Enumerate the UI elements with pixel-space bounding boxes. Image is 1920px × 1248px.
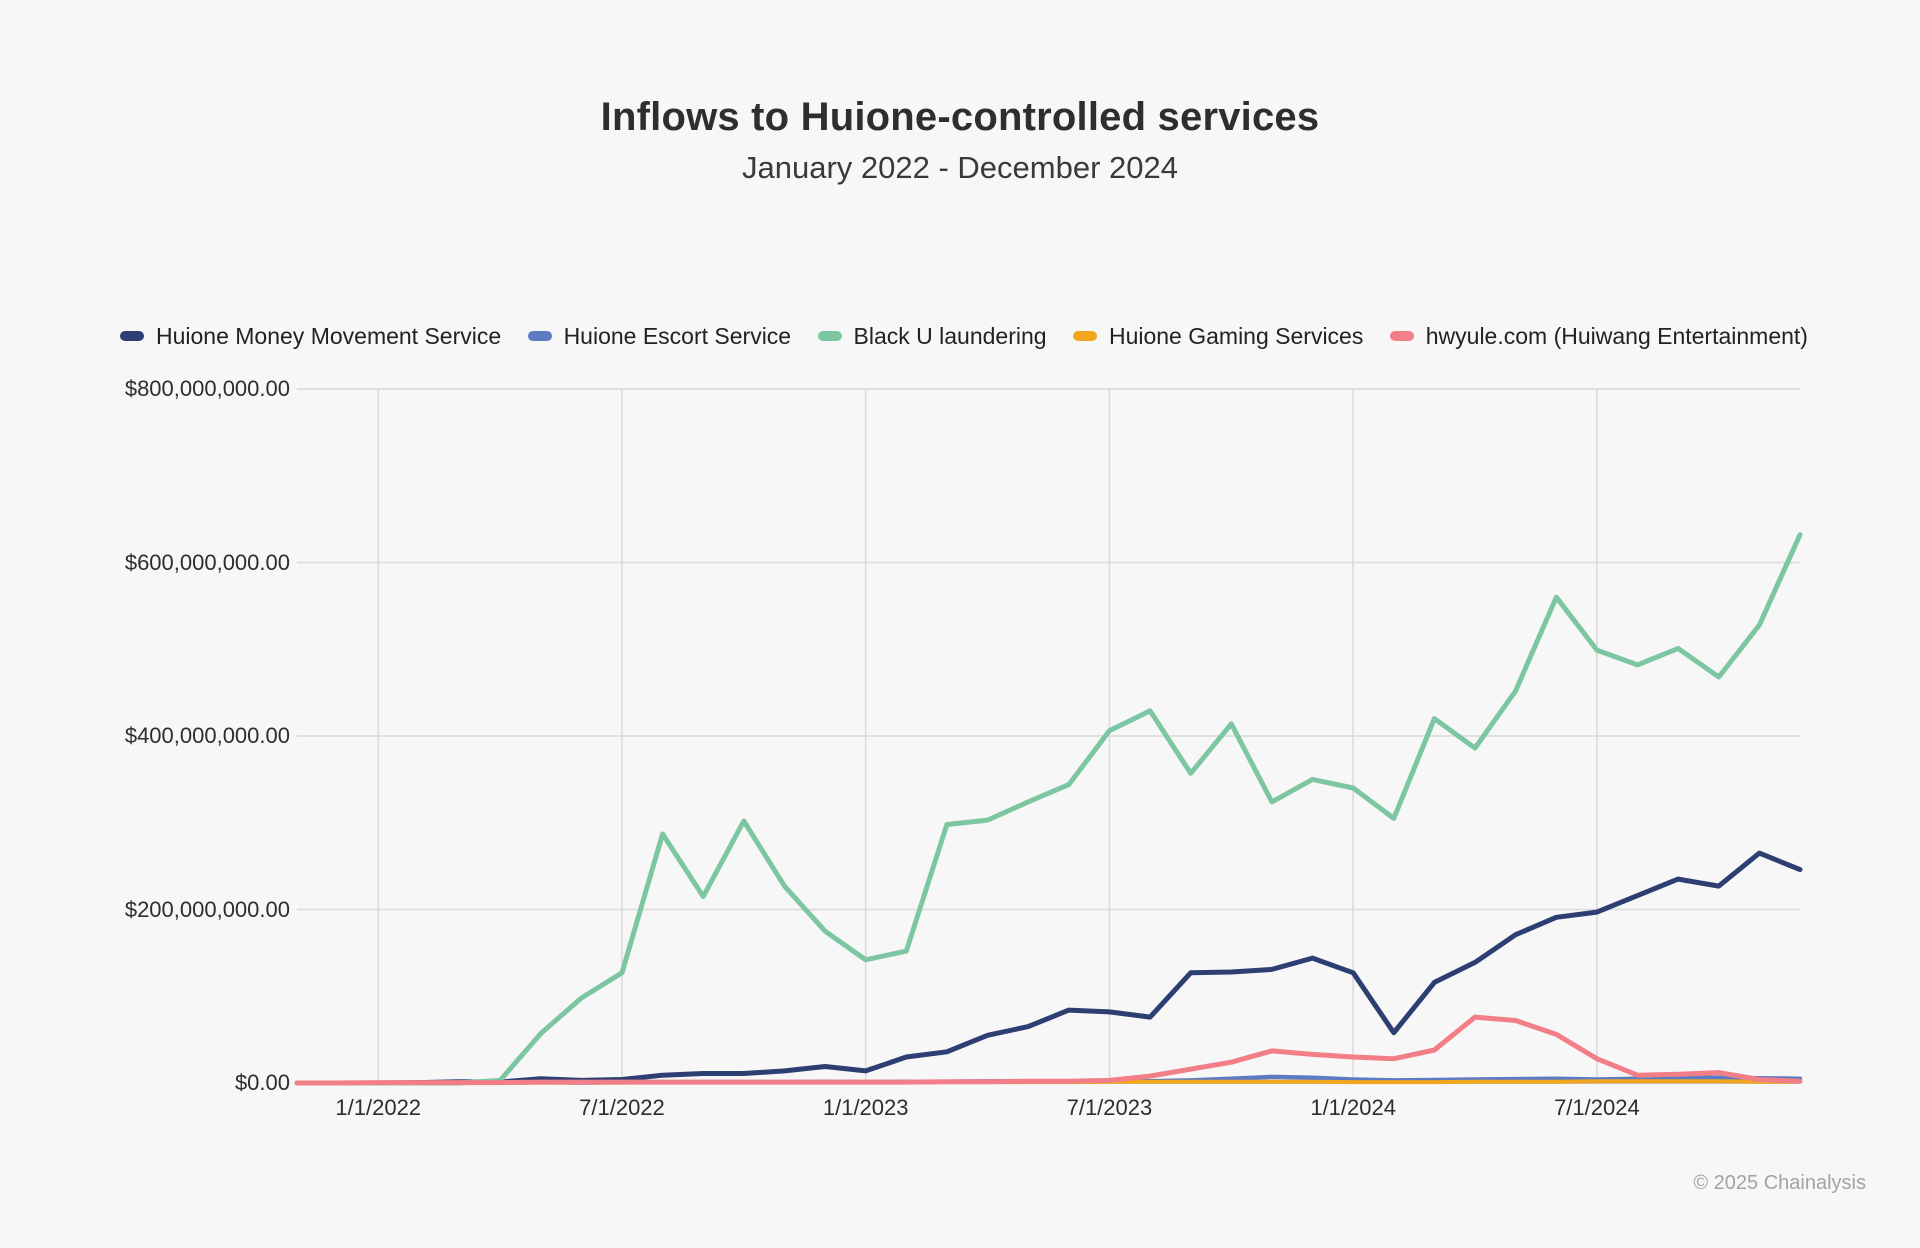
copyright-notice: © 2025 Chainalysis [1693, 1172, 1866, 1195]
y-tick-label: $600,000,000.00 [90, 550, 290, 576]
y-tick-label: $800,000,000.00 [90, 376, 290, 402]
series-line-black-u-laundering[interactable] [297, 535, 1800, 1083]
x-tick-label: 1/1/2022 [298, 1095, 458, 1121]
x-tick-label: 7/1/2024 [1517, 1095, 1677, 1121]
y-tick-label: $0.00 [90, 1070, 290, 1096]
y-tick-label: $400,000,000.00 [90, 723, 290, 749]
series-line-hwyule-com-huiwang-entertainment-[interactable] [297, 1017, 1800, 1083]
x-tick-label: 7/1/2023 [1029, 1095, 1189, 1121]
y-tick-label: $200,000,000.00 [90, 897, 290, 923]
chart-page: { "title": "Inflows to Huione-controlled… [0, 0, 1920, 1248]
x-tick-label: 1/1/2024 [1273, 1095, 1433, 1121]
x-tick-label: 1/1/2023 [786, 1095, 946, 1121]
x-tick-label: 7/1/2022 [542, 1095, 702, 1121]
line-chart-plot [0, 0, 1920, 1248]
series-line-huione-money-movement-service[interactable] [297, 853, 1800, 1083]
